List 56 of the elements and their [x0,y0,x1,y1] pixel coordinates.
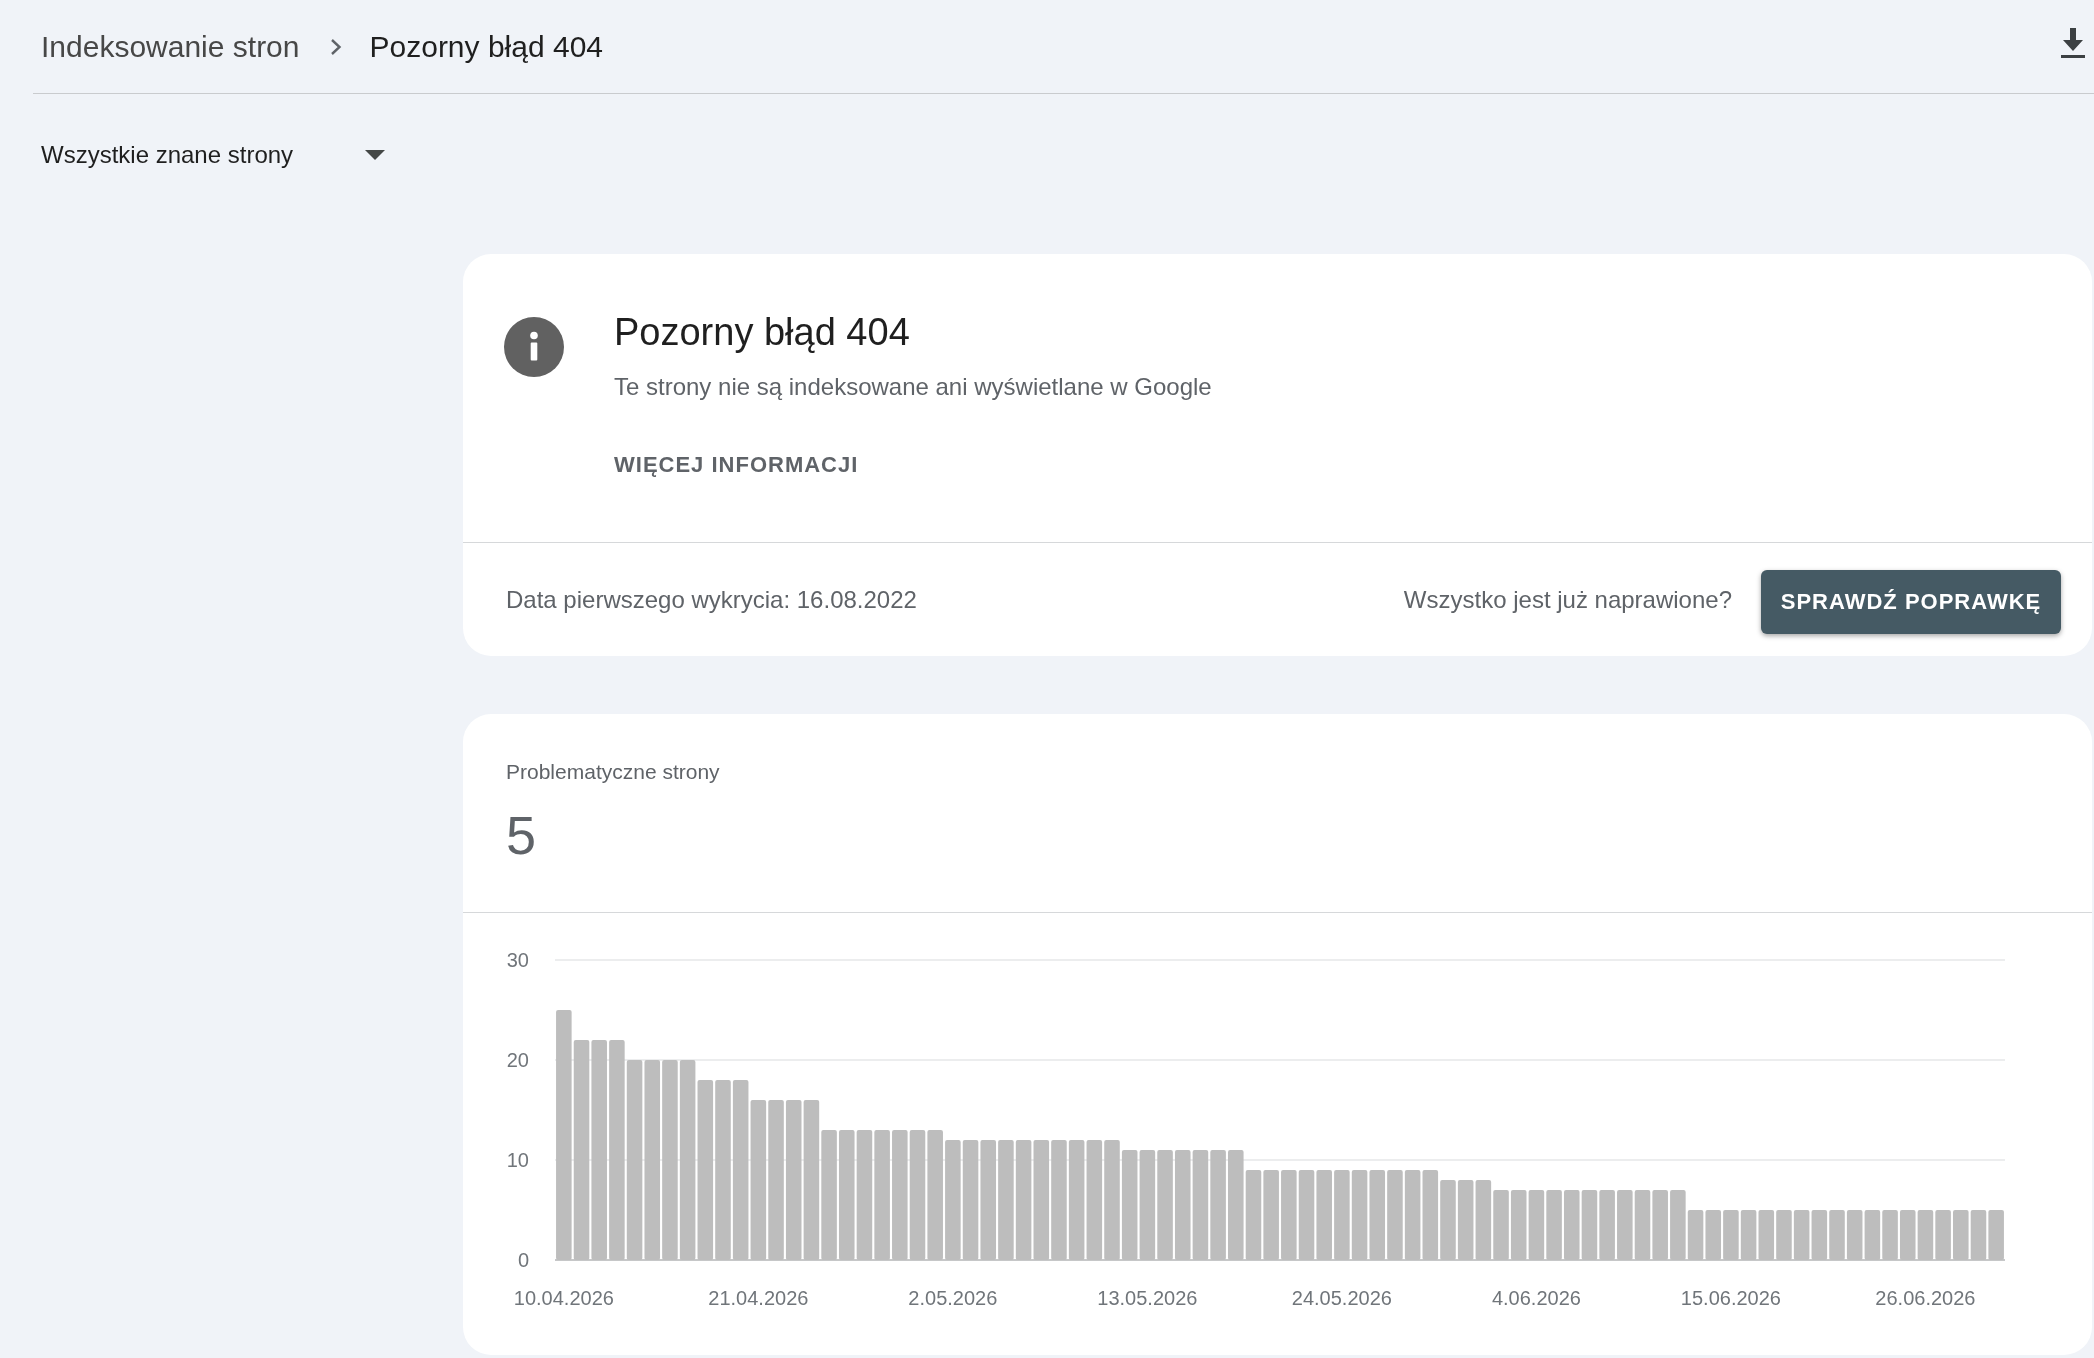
filter-dropdown[interactable]: Wszystkie znane strony [41,134,385,176]
date-axis-label: 26.06.2026 [1875,1286,1976,1311]
chart-bar [1634,1190,1651,1260]
date-axis-label: 2.05.2026 [908,1286,998,1311]
chart-bar [1599,1190,1615,1260]
chart-bar [1758,1210,1775,1260]
date-axis-label: 21.04.2026 [708,1286,809,1311]
chart-bar [1970,1210,1987,1260]
chart-bar [1811,1210,1828,1260]
issue-title: Pozorny błąd 404 [614,310,910,354]
chart-bar [1935,1210,1951,1260]
breadcrumb-link[interactable]: Indeksowanie stron [41,29,300,64]
metric-value: 5 [506,805,537,865]
chevron-right-icon [329,37,342,56]
chart-bar [1882,1210,1898,1260]
chart-bar [1740,1210,1757,1260]
date-axis-label: 4.06.2026 [1491,1286,1581,1311]
chart-bar [1493,1190,1509,1260]
chart-bar [1581,1190,1598,1260]
validate-fix-button[interactable]: SPRAWDŹ POPRAWKĘ [1761,569,2061,634]
issue-description: Te strony nie są indeksowane ani wyświetlane w Google [614,372,1212,402]
date-axis-label: 15.06.2026 [1680,1286,1781,1311]
chart-bar [1652,1190,1668,1260]
chart-bar [1793,1210,1810,1260]
chart-bar [1687,1210,1704,1260]
caret-down-icon [365,150,385,160]
learn-more-link[interactable]: WIĘCEJ INFORMACJI [614,451,859,479]
chart-bar [1864,1210,1881,1260]
date-axis-label: 10.04.2026 [513,1286,614,1311]
chart-bar [1617,1190,1633,1260]
chart-bar [1899,1210,1916,1260]
chart-bar [1953,1210,1969,1260]
chart-bar [1670,1190,1686,1260]
chart-bar [1917,1210,1934,1260]
chart-bar [1846,1210,1863,1260]
chart-bar [1546,1190,1562,1260]
y-axis-label: 20 [506,1049,529,1071]
chart-bar [1829,1210,1845,1260]
chart-bar [1723,1210,1739,1260]
fixed-question-text: Wszystko jest już naprawione? [1403,585,1732,614]
y-axis-label: 0 [517,1249,529,1271]
date-axis-label: 24.05.2026 [1291,1286,1392,1311]
date-axis-label: 13.05.2026 [1097,1286,1198,1311]
page-title: Pozorny błąd 404 [369,29,603,64]
first-detected-text: Data pierwszego wykrycia: 16.08.2022 [506,585,917,614]
y-axis-label: 10 [506,1149,529,1171]
y-axis-label: 30 [506,949,529,971]
info-icon [504,317,564,377]
chart-bar [1564,1190,1580,1260]
chart-bar [1510,1190,1527,1260]
download-icon[interactable] [2060,26,2086,59]
chart-bar [1776,1210,1792,1260]
metric-label: Problematyczne strony [506,759,720,785]
chart-bar [1528,1190,1545,1260]
chart-bar [1705,1210,1721,1260]
chart-bar [1988,1210,2004,1260]
